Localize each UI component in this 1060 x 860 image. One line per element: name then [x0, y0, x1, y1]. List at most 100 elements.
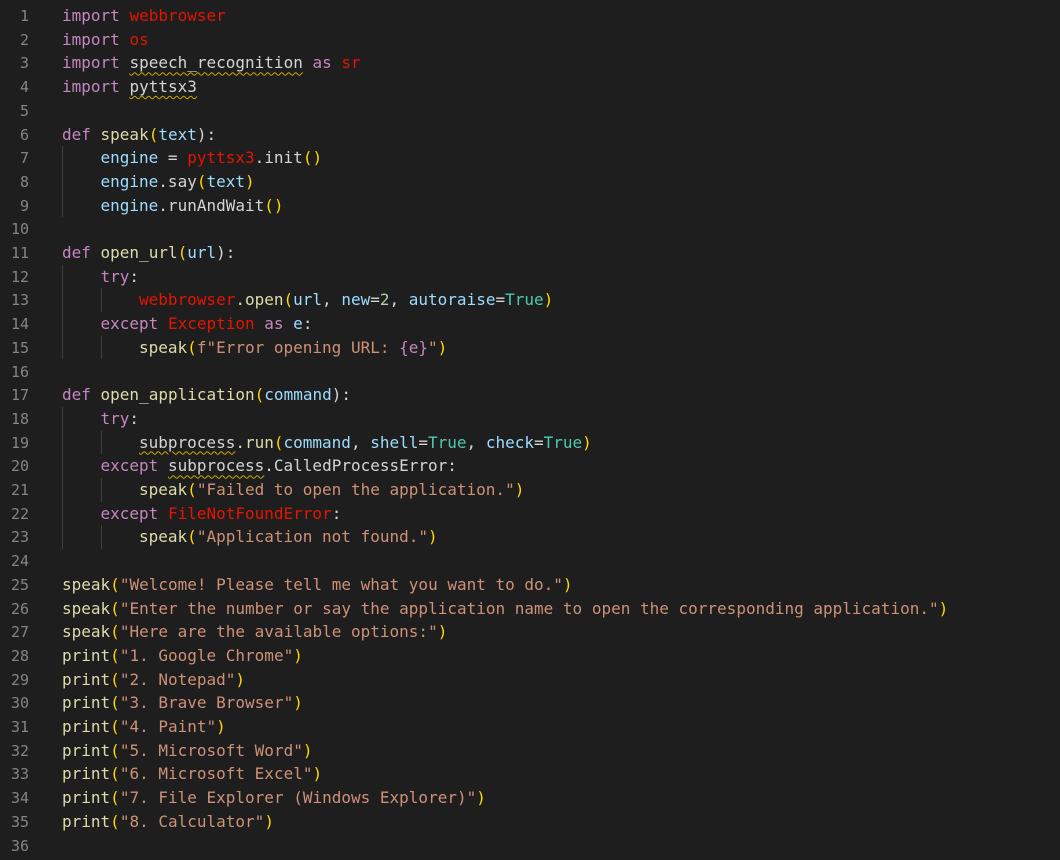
code-token: "Welcome! Please tell me what you want t…: [119, 574, 563, 594]
line-number: 27: [10, 623, 29, 642]
code-token: ,: [466, 432, 486, 452]
code-editor[interactable]: 1 import webbrowser 2 import os 3 import spee…: [0, 0, 1060, 860]
code-line[interactable]: 19 subprocess.run(command, shell=True, ch…: [0, 431, 1060, 455]
code-token: (: [187, 527, 197, 547]
code-line[interactable]: 18 try:: [0, 407, 1060, 431]
code-line[interactable]: 33 print("6. Microsoft Excel"): [0, 762, 1060, 786]
code-token: (: [110, 645, 120, 665]
line-number: 35: [10, 812, 29, 831]
code-token: os: [129, 29, 149, 49]
code-line[interactable]: 17 def open_application(command):: [0, 383, 1060, 407]
code-text: print("6. Microsoft Excel"): [62, 762, 322, 786]
code-line[interactable]: 25 speak("Welcome! Please tell me what yo…: [0, 573, 1060, 597]
code-token: print: [62, 740, 111, 760]
line-number: 26: [10, 599, 29, 618]
code-text: speak(f"Error opening URL: {e}"): [139, 336, 447, 360]
code-line[interactable]: 28 print("1. Google Chrome"): [0, 644, 1060, 668]
code-line[interactable]: 14 except Exception as e:: [0, 312, 1060, 336]
code-text: engine.say(text): [101, 170, 255, 194]
code-line[interactable]: 24: [0, 549, 1060, 573]
code-line[interactable]: 36: [0, 834, 1060, 858]
code-line[interactable]: 12 try:: [0, 265, 1060, 289]
code-line[interactable]: 21 speak("Failed to open the application.…: [0, 478, 1060, 502]
code-token: (: [254, 385, 265, 405]
code-line[interactable]: 6 def speak(text):: [0, 123, 1060, 147]
code-token: engine: [100, 148, 159, 168]
code-token: "Failed to open the application.": [196, 480, 515, 499]
code-text: try:: [101, 407, 140, 431]
code-token: (: [110, 669, 120, 689]
code-token: (: [110, 811, 120, 831]
code-token: ): [938, 598, 949, 618]
code-token: (: [177, 243, 188, 262]
code-line[interactable]: 13 webbrowser.open(url, new=2, autoraise=…: [0, 288, 1060, 312]
code-text: except subprocess.CalledProcessError:: [101, 454, 457, 478]
code-token: ): [543, 290, 554, 310]
code-token: url: [293, 290, 323, 310]
code-line[interactable]: 34 print("7. File Explorer (Windows Explo…: [0, 786, 1060, 810]
code-token: import: [62, 6, 130, 25]
code-line[interactable]: 9 engine.runAndWait(): [0, 194, 1060, 218]
code-line[interactable]: 5: [0, 99, 1060, 123]
code-token: (: [187, 480, 197, 499]
code-token: :: [341, 385, 352, 405]
code-token: print: [62, 811, 111, 831]
code-token: (: [110, 717, 120, 736]
line-number: 30: [10, 694, 29, 713]
code-token: =: [158, 148, 188, 168]
code-token: import: [62, 53, 130, 73]
code-line[interactable]: 23 speak("Application not found."): [0, 525, 1060, 549]
code-token: def: [62, 124, 101, 144]
code-line[interactable]: 20 except subprocess.CalledProcessError:: [0, 454, 1060, 478]
code-token: e: [293, 314, 303, 334]
code-line[interactable]: 16: [0, 360, 1060, 384]
code-token: pyttsx3: [187, 148, 255, 168]
code-token: "7. File Explorer (Windows Explorer)": [119, 788, 477, 808]
code-token: ,: [350, 432, 371, 452]
code-token: print: [62, 788, 111, 808]
code-text: def open_application(command):: [62, 383, 351, 407]
code-line[interactable]: 7 engine = pyttsx3.init(): [0, 146, 1060, 170]
code-line[interactable]: 11 def open_url(url):: [0, 241, 1060, 265]
code-line[interactable]: 4 import pyttsx3: [0, 75, 1060, 99]
code-line[interactable]: 35 print("8. Calculator"): [0, 810, 1060, 834]
code-token: "8. Calculator": [119, 811, 265, 831]
code-line[interactable]: 22 except FileNotFoundError:: [0, 502, 1060, 526]
line-number: 32: [10, 741, 29, 760]
code-text: speak("Application not found."): [139, 525, 438, 549]
code-token: (: [273, 432, 284, 452]
code-line[interactable]: 8 engine.say(text): [0, 170, 1060, 194]
code-token: sr: [341, 53, 361, 73]
code-token: "2. Notepad": [119, 669, 236, 689]
code-line[interactable]: 30 print("3. Brave Browser"): [0, 691, 1060, 715]
code-text: print("7. File Explorer (Windows Explore…: [62, 786, 486, 810]
code-line[interactable]: 15 speak(f"Error opening URL: {e}"): [0, 336, 1060, 360]
code-token: .open: [235, 290, 284, 310]
code-token: subprocess: [167, 456, 265, 476]
code-line[interactable]: 31 print("4. Paint"): [0, 715, 1060, 739]
code-token: print: [62, 669, 111, 689]
line-number: 20: [10, 457, 29, 476]
code-line[interactable]: 1 import webbrowser: [0, 4, 1060, 28]
code-text: import pyttsx3: [62, 75, 197, 99]
code-token: (: [283, 290, 294, 310]
code-line[interactable]: 2 import os: [0, 28, 1060, 52]
code-token: ): [245, 171, 255, 191]
code-line[interactable]: 29 print("2. Notepad"): [0, 668, 1060, 692]
code-token: (): [302, 148, 323, 168]
code-token: ): [562, 574, 573, 594]
line-number: 12: [10, 267, 29, 286]
code-text: import webbrowser: [62, 4, 226, 28]
code-line[interactable]: 27 speak("Here are the available options:…: [0, 620, 1060, 644]
code-line[interactable]: 32 print("5. Microsoft Word"): [0, 739, 1060, 763]
code-line[interactable]: 10: [0, 217, 1060, 241]
code-line[interactable]: 3 import speech_recognition as sr: [0, 51, 1060, 75]
line-number: 4: [19, 78, 29, 97]
code-text: print("8. Calculator"): [62, 810, 274, 834]
code-token: =: [370, 290, 380, 310]
line-number: 23: [10, 528, 29, 547]
line-number: 3: [19, 54, 29, 73]
code-token: "Here are the available options:": [119, 622, 438, 642]
code-token: Exception: [167, 314, 255, 334]
code-line[interactable]: 26 speak("Enter the number or say the app…: [0, 597, 1060, 621]
